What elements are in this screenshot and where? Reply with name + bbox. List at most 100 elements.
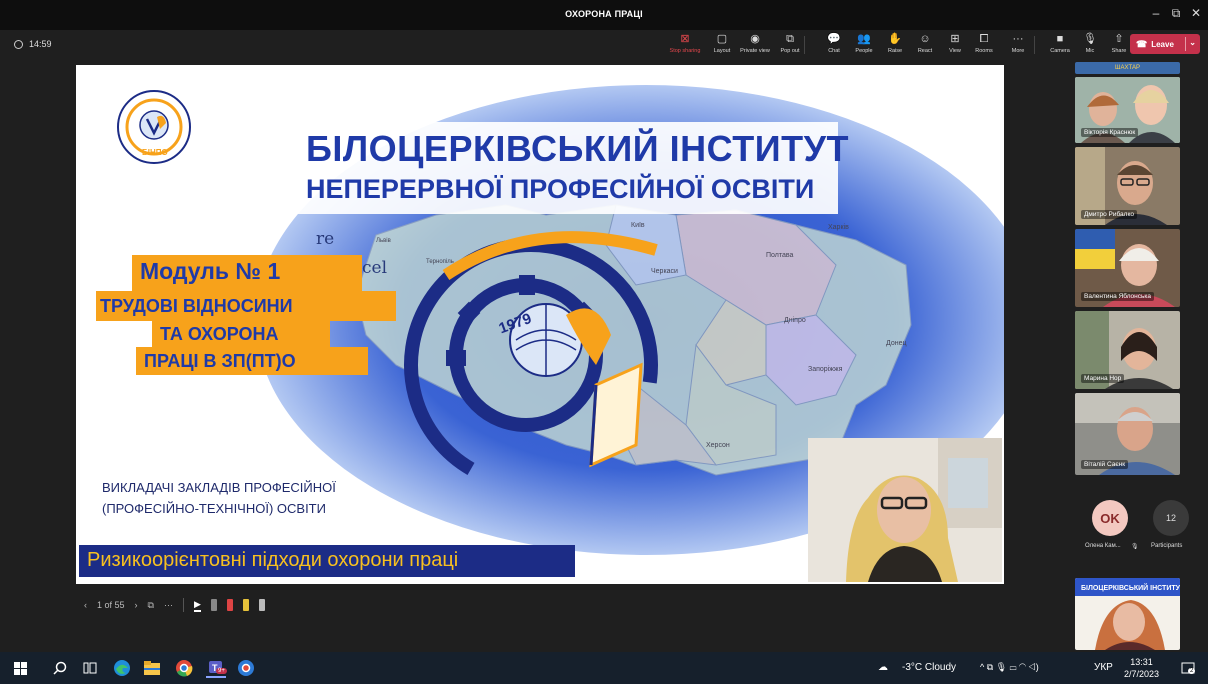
participants-label: Participants — [1151, 543, 1183, 549]
next-slide-button[interactable]: › — [135, 600, 138, 610]
highlighter-icon[interactable] — [242, 599, 249, 611]
private-view-label: Private view — [740, 48, 770, 54]
self-view-video: БІЛОЦЕРКІВСЬКИЙ ІНСТИТУТ — [1075, 578, 1180, 650]
binpo-logo: БІНПО — [117, 90, 191, 164]
search-icon[interactable] — [50, 658, 70, 678]
slide-title-line2: НЕПЕРЕРВНОЇ ПРОФЕСІЙНОЇ ОСВІТИ — [306, 174, 815, 204]
rooms-icon: ⧠ — [979, 33, 989, 45]
previous-slide-button[interactable]: ‹ — [84, 600, 87, 610]
module-title: Модуль № 1 — [132, 255, 362, 291]
audience-line1: ВИКЛАДАЧІ ЗАКЛАДІВ ПРОФЕСІЙНОЇ — [102, 480, 336, 495]
weather-text[interactable]: -3°C Cloudy — [902, 662, 956, 673]
layout-label: Layout — [713, 48, 731, 54]
pen-red-icon[interactable] — [226, 599, 233, 611]
chevron-down-icon[interactable]: ⌄ — [1189, 38, 1196, 47]
participant-name: Дмитро Рибалко — [1081, 210, 1137, 219]
participant-tile[interactable]: Дмитро Рибалко — [1075, 147, 1180, 225]
title-bar: ОХОРОНА ПРАЦІ – ⧉ ✕ — [0, 0, 1208, 30]
edge-icon[interactable] — [112, 658, 132, 678]
slide-title-line1: БІЛОЦЕРКІВСЬКИЙ ІНСТИТУТ — [306, 128, 849, 169]
participants-count[interactable]: 12 — [1153, 500, 1189, 536]
shield-icon — [14, 39, 23, 49]
grid-view-icon[interactable]: ⧉ — [148, 600, 154, 611]
slide-fragment-cel: cel — [362, 258, 388, 278]
stop-sharing-label: Stop sharing — [669, 48, 701, 54]
presenter-video[interactable] — [808, 438, 1002, 582]
windows-start-icon[interactable] — [10, 658, 30, 678]
participant-tile[interactable]: Віталій Саєнк — [1075, 393, 1180, 475]
pop-out-icon: ⧉ — [786, 33, 794, 45]
controls-divider — [182, 598, 184, 612]
pointer-tool-icon[interactable]: ▶ — [193, 599, 201, 612]
tray-icons[interactable]: ^ ⧉ 🎙 ▭ ◠ ◁) — [980, 662, 1039, 673]
module-subtitle-line1: ТРУДОВІ ВІДНОСИНИ — [96, 291, 396, 321]
clock-time: 13:31 — [1130, 657, 1153, 667]
windows-taskbar: T 9+ ☁ -3°C Cloudy ^ ⧉ 🎙 ▭ ◠ ◁) УКР 13:3… — [0, 652, 1208, 684]
weather-icon[interactable]: ☁ — [878, 662, 888, 673]
map-label: Полтава — [766, 252, 794, 259]
map-label: Тернопіль — [426, 259, 454, 265]
page-indicator: 1 of 55 — [97, 600, 125, 610]
restore-button[interactable]: ⧉ — [1168, 6, 1184, 21]
more-icon: ··· — [1012, 33, 1024, 45]
layout-button[interactable]: ▢ Layout — [704, 33, 740, 59]
participant-tile[interactable]: Вікторія Краснюк — [1075, 77, 1180, 143]
mic-off-icon: 🎙 — [1131, 544, 1139, 550]
slide-controls: ‹ 1 of 55 › ⧉ ··· ▶ — [84, 597, 265, 613]
map-label: Київ — [631, 222, 645, 229]
toolbar-divider — [804, 36, 805, 54]
clock[interactable]: 13:31 2/7/2023 — [1124, 656, 1159, 680]
more-label: More — [1011, 48, 1025, 54]
stop-sharing-button[interactable]: ⊠ Stop sharing — [667, 33, 703, 59]
leave-divider — [1185, 37, 1186, 51]
timer-text: 14:59 — [29, 39, 52, 49]
private-view-button[interactable]: ◉ Private view — [737, 33, 773, 59]
audience-line2: (ПРОФЕСІЙНО-ТЕХНІЧНОЇ) ОСВІТИ — [102, 501, 326, 516]
map-label: Херсон — [706, 442, 730, 449]
logo-text: БІНПО — [142, 148, 168, 157]
participant-name: Вікторія Краснюк — [1081, 128, 1139, 137]
minimize-button[interactable]: – — [1148, 6, 1164, 20]
self-view-tile[interactable]: БІЛОЦЕРКІВСЬКИЙ ІНСТИТУТ — [1075, 578, 1180, 650]
phone-icon: ☎ — [1136, 38, 1148, 49]
pen-gray-icon[interactable] — [210, 599, 217, 611]
eraser-icon[interactable] — [258, 599, 265, 611]
shared-slide: Київ Харків Полтава Черкаси Дніпро Запор… — [76, 65, 1004, 584]
rooms-button[interactable]: ⧠ Rooms — [966, 33, 1002, 59]
chrome-beta-icon[interactable] — [236, 658, 256, 678]
leave-button[interactable]: ☎ Leave ⌄ — [1130, 34, 1200, 54]
layout-icon: ▢ — [716, 33, 728, 45]
close-button[interactable]: ✕ — [1188, 6, 1204, 20]
private-view-icon: ◉ — [750, 33, 760, 45]
self-view-slide-text: БІЛОЦЕРКІВСЬКИЙ ІНСТИТУТ — [1081, 583, 1180, 592]
language-indicator[interactable]: УКР — [1094, 662, 1113, 673]
participant-tile[interactable]: Валентина Яблонська — [1075, 229, 1180, 307]
map-label: Дніпро — [784, 316, 806, 324]
clock-date: 2/7/2023 — [1124, 669, 1160, 679]
slide-fragment-re: re — [316, 229, 335, 249]
teams-icon[interactable]: T 9+ — [206, 658, 227, 678]
window-title: ОХОРОНА ПРАЦІ — [565, 9, 643, 19]
pop-out-label: Pop out — [780, 48, 800, 54]
map-label: Харків — [828, 223, 849, 231]
notifications-icon[interactable]: 2 — [1178, 658, 1198, 678]
participant-tile-partial: ШАХТАР — [1075, 62, 1180, 74]
slide-topic-banner: Ризикоорієнтовні підходи охорони праці — [79, 545, 575, 577]
tile-banner-text: ШАХТАР — [1115, 65, 1140, 71]
task-view-icon[interactable] — [80, 658, 100, 678]
stop-sharing-icon: ⊠ — [680, 33, 690, 45]
presenter-image — [808, 438, 1002, 582]
teams-meeting-window: ОХОРОНА ПРАЦІ – ⧉ ✕ 14:59 ⊠ Stop sharing ▢… — [0, 0, 1208, 684]
toolbar-divider — [1034, 36, 1035, 54]
participant-name: Валентина Яблонська — [1081, 292, 1154, 301]
participant-tile[interactable]: Марина Нор — [1075, 311, 1180, 389]
file-explorer-icon[interactable] — [142, 658, 162, 678]
rooms-label: Rooms — [975, 48, 993, 54]
chrome-icon[interactable] — [174, 658, 194, 678]
meeting-timer: 14:59 — [14, 39, 52, 49]
participant-avatar[interactable]: OK — [1092, 500, 1128, 536]
map-label: Донец — [886, 340, 906, 347]
more-options-button[interactable]: ··· — [164, 600, 173, 610]
more-button[interactable]: ··· More — [1000, 33, 1036, 59]
pop-out-button[interactable]: ⧉ Pop out — [772, 33, 808, 59]
